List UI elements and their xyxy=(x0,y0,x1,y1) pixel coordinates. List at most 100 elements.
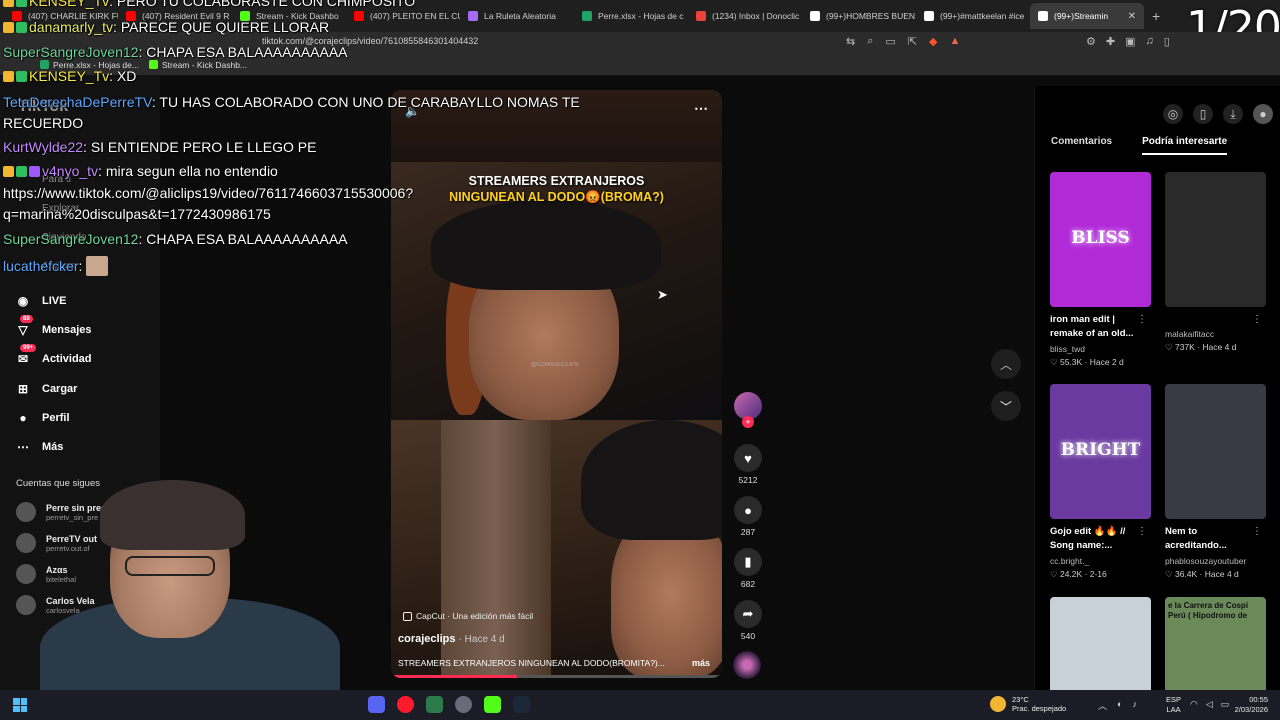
chat-username: KENSEY_Tv xyxy=(29,68,110,84)
browser-tab[interactable]: (99+)#mattkeelan #ice xyxy=(916,3,1030,29)
obs-icon[interactable] xyxy=(455,696,472,713)
cast-icon[interactable]: ▭ xyxy=(885,35,895,48)
extension-icon[interactable]: ⚙ xyxy=(1086,35,1096,48)
tab-podria-interesarte[interactable]: Podría interesarte xyxy=(1142,136,1228,155)
sidebar-item-mensajes[interactable]: ▽ 88 Mensajes xyxy=(14,314,92,344)
chat-badge-icon xyxy=(16,166,27,177)
download-icon[interactable]: ⤓ xyxy=(1223,104,1243,124)
chat-username: danamarly_tv xyxy=(29,19,114,35)
wifi-icon[interactable]: ◠ xyxy=(1190,699,1198,710)
windows-taskbar: 23°C Prac. despejado ︿ ◐ ♪ ESP LAA ◠ ◁ ▭… xyxy=(0,690,1280,720)
author-age: · Hace 4 d xyxy=(458,634,505,645)
browser-tab[interactable]: La Ruleta Aleatoria xyxy=(460,3,574,29)
recommended-video-card[interactable]: Nem to acreditando... ⋮ phablosouzayoutube… xyxy=(1165,384,1266,580)
share-button[interactable]: ➦ 540 xyxy=(733,600,763,641)
card-options-icon[interactable]: ⋮ xyxy=(1252,526,1262,537)
translate-icon[interactable]: ⇆ xyxy=(846,35,855,48)
comment-button[interactable]: ● 287 xyxy=(733,496,763,537)
browser-tab[interactable]: Perre.xlsx - Hojas de c xyxy=(574,3,688,29)
next-video-button[interactable]: ﹀ xyxy=(991,391,1021,421)
recommended-video-card[interactable]: BLISS iron man edit | remake of an old...… xyxy=(1050,172,1151,368)
wallet-icon[interactable]: ▣ xyxy=(1125,35,1135,48)
kick-icon[interactable] xyxy=(484,696,501,713)
card-author[interactable]: cc.bright._ xyxy=(1050,556,1151,566)
video-progress-bar[interactable] xyxy=(391,675,722,678)
chat-username: lucathefcker xyxy=(3,258,79,274)
card-options-icon[interactable]: ⋮ xyxy=(1252,314,1262,325)
caption-more-link[interactable]: más xyxy=(692,658,710,668)
tab-close-icon[interactable]: ✕ xyxy=(1128,11,1136,22)
card-options-icon[interactable]: ⋮ xyxy=(1137,526,1147,537)
video-author[interactable]: corajeclips · Hace 4 d xyxy=(398,633,505,645)
tab-comentarios[interactable]: Comentarios xyxy=(1051,136,1112,155)
mic-icon[interactable]: ♪ xyxy=(1132,699,1137,712)
sidebar-item-perfil[interactable]: ● Perfil xyxy=(14,403,92,432)
sidebar-item-label: Más xyxy=(42,441,64,454)
language-indicator[interactable]: ESP LAA xyxy=(1166,695,1181,715)
capcut-link[interactable]: CapCut · Una edición más fácil xyxy=(403,611,533,621)
action-count: 540 xyxy=(740,631,756,641)
video-thumbnail[interactable] xyxy=(1165,172,1266,307)
coin-icon[interactable]: ◎ xyxy=(1163,104,1183,124)
toolbar-right: ⚙ ✚ ▣ ♫ ▯ xyxy=(1086,35,1170,48)
zoom-icon[interactable]: ⌕ xyxy=(867,35,873,48)
screen: (407) CHARLIE KIRK FU (407) Resident Evil… xyxy=(0,0,1280,720)
tab-label: La Ruleta Aleatoria xyxy=(484,11,556,21)
bookmark-label: Stream - Kick Dashb... xyxy=(161,59,248,70)
opera-icon[interactable] xyxy=(397,696,414,713)
card-author[interactable]: bliss_twd xyxy=(1050,344,1151,354)
sidebar-icon[interactable]: ▯ xyxy=(1164,35,1170,48)
tray-chevron-icon[interactable]: ︿ xyxy=(1098,699,1107,712)
browser-tab[interactable]: (99+)Streamin ✕ xyxy=(1030,3,1144,29)
sidebar-item-ms[interactable]: ⋯ Más xyxy=(14,432,92,461)
user-avatar[interactable]: ● xyxy=(1253,104,1273,124)
chat-message: SuperSangreJoven12: CHAPA ESA BALAAAAAAA… xyxy=(3,231,348,247)
music-disc-icon[interactable] xyxy=(733,651,761,679)
device-icon[interactable]: ▯ xyxy=(1193,104,1213,124)
share-page-icon[interactable]: ⇱ xyxy=(908,35,917,48)
video-caption: STREAMERS EXTRANJEROS NINGUNEAN AL DODO(… xyxy=(398,658,665,668)
sidebar-item-live[interactable]: ◉ LIVE xyxy=(14,286,92,315)
sidebar-item-cargar[interactable]: ⊞ Cargar xyxy=(14,374,92,403)
volume-tray-icon[interactable]: ◁ xyxy=(1206,699,1213,710)
weather-sun-icon xyxy=(990,696,1006,712)
brave-shield-icon[interactable]: ◆ xyxy=(929,35,937,48)
browser-tab[interactable]: (99+)HOMBRES BUEN xyxy=(802,3,916,29)
weather-widget[interactable]: 23°C Prac. despejado xyxy=(990,695,1066,713)
recommended-video-card[interactable]: BRIGHT Gojo edit 🔥🔥 // Song name:... ⋮ cc.b… xyxy=(1050,384,1151,580)
browser-tab[interactable]: (1234) Inbox | Donoclic xyxy=(688,3,802,29)
video-options-icon[interactable]: ⋯ xyxy=(694,100,708,117)
card-options-icon[interactable]: ⋮ xyxy=(1137,314,1147,325)
video-thumbnail[interactable] xyxy=(1165,384,1266,519)
heart-button[interactable]: ♥ 5212 xyxy=(733,444,763,485)
follow-plus-icon[interactable]: + xyxy=(742,416,754,428)
video-thumbnail[interactable]: BRIGHT xyxy=(1050,384,1151,519)
card-author[interactable]: phablosouzayoutuber xyxy=(1165,556,1266,566)
sidebar-item-actividad[interactable]: ✉ 99+ Actividad xyxy=(14,344,92,374)
bookmark-item[interactable]: Stream - Kick Dashb... xyxy=(148,59,248,70)
chat-message: KurtWylde22: SI ENTIENDE PERO LE LLEGO P… xyxy=(3,139,317,155)
new-tab-icon[interactable]: + xyxy=(1152,8,1160,24)
video-title-line2: NINGUNEAN AL DODO😡(BROMA?) xyxy=(449,190,664,204)
discord-icon[interactable] xyxy=(368,696,385,713)
card-title: Nem to acreditando... xyxy=(1165,526,1227,552)
chat-message: danamarly_tv: PARECE QUE QUIERE LLORAR xyxy=(3,19,330,35)
tab-favicon-icon xyxy=(810,11,820,21)
video-thumbnail[interactable]: BLISS xyxy=(1050,172,1151,307)
author-name[interactable]: corajeclips xyxy=(398,633,455,645)
rewards-icon[interactable]: ▲ xyxy=(949,35,960,48)
puzzle-icon[interactable]: ✚ xyxy=(1106,35,1115,48)
windows-start-icon[interactable] xyxy=(13,698,27,712)
video-player[interactable]: STREAMERS EXTRANJEROS NINGUNEAN AL DODO😡… xyxy=(391,90,722,678)
previous-video-button[interactable]: ︿ xyxy=(991,349,1021,379)
card-author[interactable]: malakaifitacc xyxy=(1165,329,1266,339)
clock[interactable]: 00:55 2/03/2026 xyxy=(1226,695,1268,715)
music-icon[interactable]: ♫ xyxy=(1146,35,1154,48)
steam-icon[interactable] xyxy=(513,696,530,713)
bookmark-button[interactable]: ▮ 682 xyxy=(733,548,763,589)
chat-text: PARECE QUE QUIERE LLORAR xyxy=(120,19,330,35)
app-icon[interactable] xyxy=(426,696,443,713)
card-stats: ♡ 737K · Hace 4 d xyxy=(1165,342,1237,352)
network-icon[interactable]: ◐ xyxy=(1117,699,1122,712)
recommended-video-card[interactable]: malakaifitacc ♡ 737K · Hace 4 d ⋮ xyxy=(1165,172,1266,353)
